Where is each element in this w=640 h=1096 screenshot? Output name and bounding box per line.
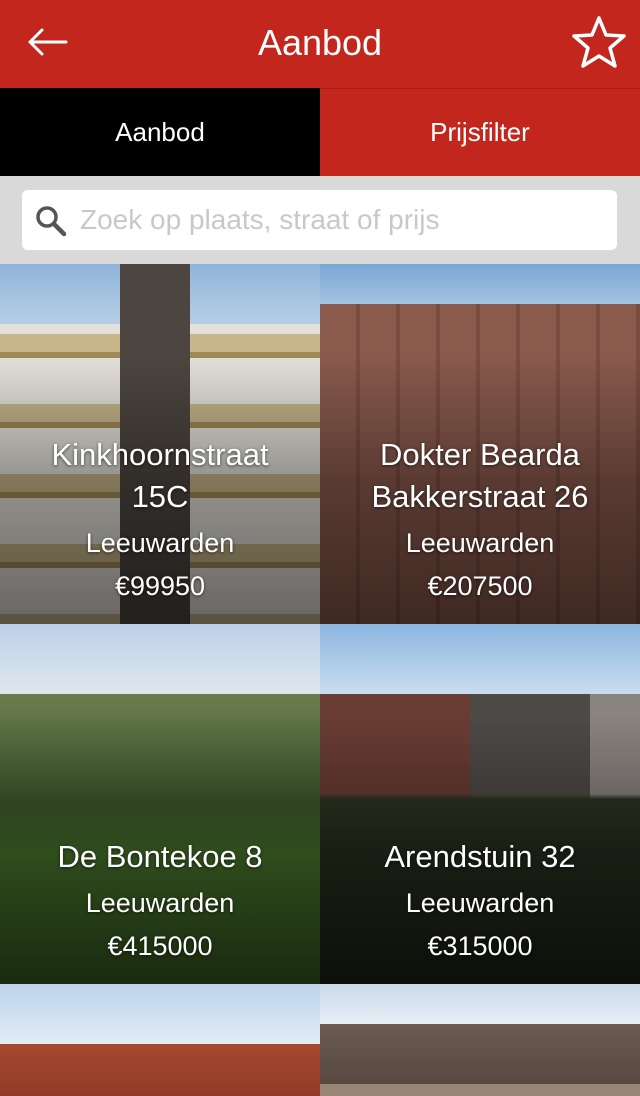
tab-bar: Aanbod Prijsfilter: [0, 88, 640, 176]
search-placeholder: Zoek op plaats, straat of prijs: [80, 204, 440, 235]
listing-card[interactable]: Kinkhoornstraat 15C Leeuwarden €99950: [0, 264, 320, 624]
listing-price: €315000: [427, 931, 533, 961]
search-icon: [36, 206, 67, 237]
listing-price: €99950: [114, 571, 206, 601]
listing-card[interactable]: De Bontekoe 8 Leeuwarden €415000: [0, 624, 320, 984]
tab-prijsfilter[interactable]: Prijsfilter: [320, 88, 640, 176]
listing-price: €415000: [107, 931, 213, 961]
listing-city: Leeuwarden: [405, 888, 555, 918]
search-input[interactable]: Zoek op plaats, straat of prijs: [22, 190, 617, 250]
listing-city: Leeuwarden: [85, 888, 235, 918]
listing-card[interactable]: Arendstuin 32 Leeuwarden €315000: [320, 624, 640, 984]
listing-street: Arendstuin 32: [384, 839, 576, 874]
listing-street: Kinkhoornstraat 15C: [51, 437, 269, 514]
listing-photo: [0, 984, 320, 1096]
listing-photo: [320, 984, 640, 1096]
listing-info: Arendstuin 32 Leeuwarden €315000: [320, 836, 640, 962]
listing-city: Leeuwarden: [405, 528, 555, 558]
star-outline-icon[interactable]: [570, 14, 628, 72]
tab-aanbod[interactable]: Aanbod: [0, 88, 320, 176]
listing-city: Leeuwarden: [85, 528, 235, 558]
top-bar: Aanbod: [0, 0, 640, 88]
listing-info: Dokter Bearda Bakkerstraat 26 Leeuwarden…: [320, 434, 640, 602]
listing-card[interactable]: Dokter Bearda Bakkerstraat 26 Leeuwarden…: [320, 264, 640, 624]
listing-info: Kinkhoornstraat 15C Leeuwarden €99950: [0, 434, 320, 602]
listing-price: €207500: [427, 571, 533, 601]
listing-street: Dokter Bearda Bakkerstraat 26: [371, 437, 589, 514]
listing-card[interactable]: [320, 984, 640, 1096]
page-title: Aanbod: [257, 22, 383, 63]
listing-street: De Bontekoe 8: [57, 839, 263, 874]
listing-info: De Bontekoe 8 Leeuwarden €415000: [0, 836, 320, 962]
search-bar-container: Zoek op plaats, straat of prijs: [0, 176, 640, 264]
listing-grid: Kinkhoornstraat 15C Leeuwarden €99950 Do…: [0, 264, 640, 1096]
listing-card[interactable]: [0, 984, 320, 1096]
